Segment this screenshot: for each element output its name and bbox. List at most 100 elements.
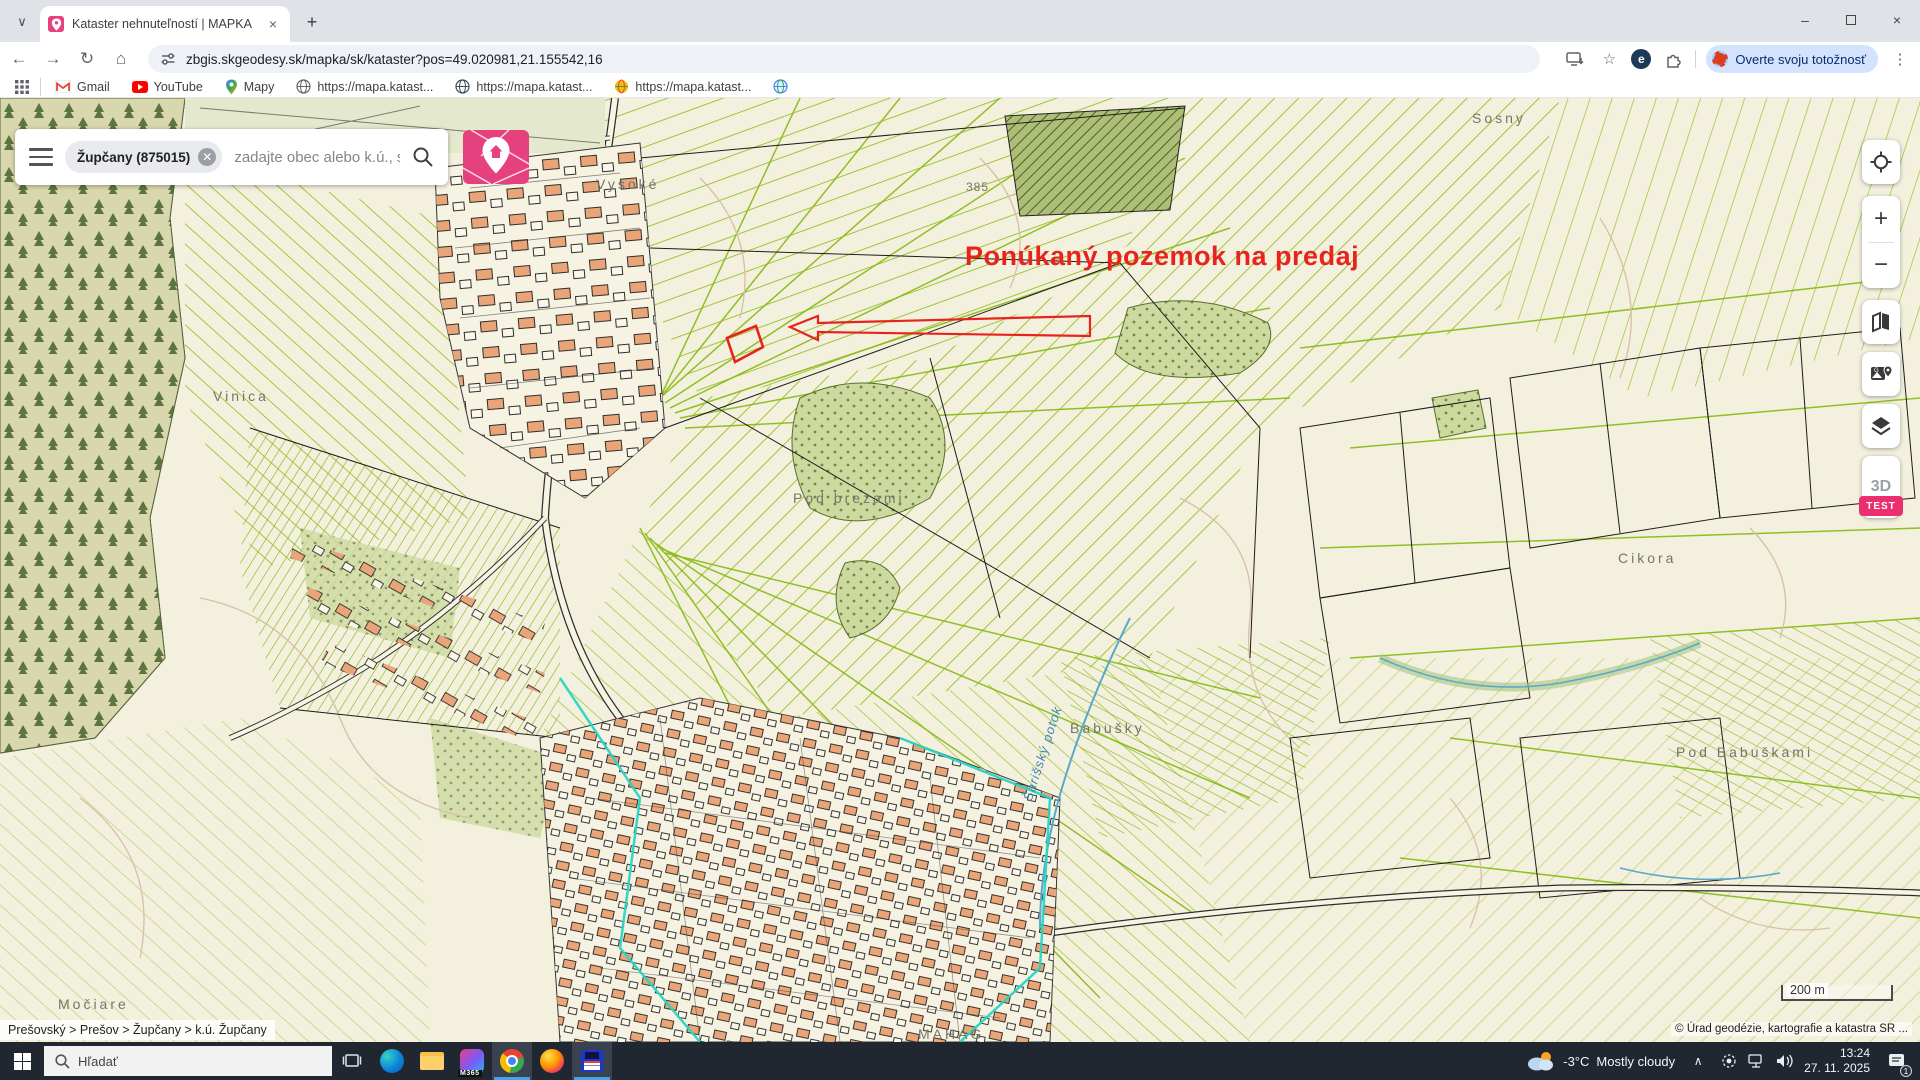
scale-label: 200 m	[1787, 983, 1828, 997]
save-app-taskbar-icon[interactable]	[572, 1042, 612, 1080]
mapka-logo[interactable]	[463, 130, 529, 189]
home-button[interactable]: ⌂	[106, 45, 136, 73]
taskbar-search-placeholder: Hľadať	[78, 1054, 118, 1069]
network-icon[interactable]	[1747, 1054, 1765, 1069]
browser-tab[interactable]: Kataster nehnuteľností | MAPKA ×	[40, 6, 290, 42]
search-icon[interactable]	[412, 146, 434, 168]
profile-verify-button[interactable]: Overte svoju totožnosť	[1706, 45, 1878, 73]
basemap-gallery-button[interactable]: G	[1862, 352, 1900, 396]
map-canvas[interactable]: Sosny Vysoké 385 Vinica Pod brezami Ciko…	[0, 98, 1920, 1042]
map-copyright: © Úrad geodézie, kartografie a katastra …	[1671, 1022, 1912, 1036]
task-view-button[interactable]	[332, 1042, 372, 1080]
forward-button[interactable]: →	[38, 45, 68, 73]
meet-now-icon[interactable]	[1721, 1053, 1737, 1069]
youtube-icon	[132, 81, 148, 93]
window-close-button[interactable]: ×	[1874, 0, 1920, 40]
map-label-babusky: Babušky	[1070, 720, 1145, 736]
extensions-puzzle-icon[interactable]	[1661, 47, 1685, 71]
tab-close-icon[interactable]: ×	[264, 15, 282, 33]
notification-count-badge: 1	[1900, 1065, 1912, 1077]
m365-copilot-taskbar-icon[interactable]: M365	[452, 1042, 492, 1080]
edge-taskbar-icon[interactable]	[372, 1042, 412, 1080]
split-book-icon	[1869, 310, 1893, 334]
window-maximize-button[interactable]	[1828, 0, 1874, 40]
install-app-icon[interactable]	[1563, 47, 1587, 71]
chip-remove-icon[interactable]: ✕	[198, 148, 216, 166]
scale-bar: 200 m	[1781, 985, 1893, 1001]
clock-time: 13:24	[1804, 1046, 1870, 1061]
tab-search-chevron-icon[interactable]: ∨	[10, 10, 34, 34]
map-label-vysoke: Vysoké	[596, 176, 659, 192]
bookmark-gmail[interactable]: Gmail	[47, 77, 118, 97]
url-text: zbgis.skgeodesy.sk/mapka/sk/kataster?pos…	[186, 52, 603, 67]
layers-icon	[1869, 414, 1893, 438]
taskbar-clock[interactable]: 13:24 27. 11. 2025	[1804, 1046, 1870, 1076]
bookmark-kataster-1[interactable]: https://mapa.katast...	[288, 77, 441, 97]
map-label-vinica: Vinica	[213, 388, 269, 404]
map-label-mahag: MAHAG	[918, 1026, 984, 1042]
firefox-taskbar-icon[interactable]	[532, 1042, 572, 1080]
bookmark-kataster-3[interactable]: https://mapa.katast...	[606, 77, 759, 97]
tray-overflow-chevron[interactable]: ∧	[1685, 1042, 1711, 1080]
task-view-icon	[342, 1053, 362, 1069]
site-settings-icon[interactable]	[160, 51, 176, 67]
taskbar-search[interactable]: Hľadať	[44, 1046, 332, 1076]
start-button[interactable]	[0, 1042, 44, 1080]
e-extension-icon[interactable]: e	[1631, 49, 1651, 69]
search-icon	[54, 1053, 70, 1069]
reload-button[interactable]: ↻	[72, 45, 102, 73]
map-search-panel: Župčany (875015) ✕	[15, 129, 448, 185]
municipality-chip[interactable]: Župčany (875015) ✕	[65, 141, 222, 173]
threed-button[interactable]: 3D TEST	[1862, 456, 1900, 518]
compare-maps-button[interactable]	[1862, 300, 1900, 344]
globe-icon	[773, 79, 788, 94]
bookmark-globe-only[interactable]	[765, 77, 796, 97]
bookmarks-bar: Gmail YouTube Mapy https://mapa.katast..…	[0, 76, 1920, 98]
zoom-out-button[interactable]: −	[1862, 243, 1900, 288]
photo-map-icon: G	[1869, 362, 1893, 386]
address-bar[interactable]: zbgis.skgeodesy.sk/mapka/sk/kataster?pos…	[148, 45, 1540, 73]
maps-pin-icon	[225, 79, 238, 95]
back-button[interactable]: ←	[4, 45, 34, 73]
map-label-cikora: Cikora	[1618, 550, 1676, 566]
globe-icon	[455, 79, 470, 94]
browser-toolbar: ← → ↻ ⌂ zbgis.skgeodesy.sk/mapka/sk/kata…	[0, 42, 1920, 76]
locate-icon	[1869, 150, 1893, 174]
svg-text:G: G	[1874, 368, 1879, 374]
zoom-control: + −	[1862, 196, 1900, 288]
notification-center-button[interactable]: 1	[1880, 1042, 1914, 1080]
weather-desc: Mostly cloudy	[1596, 1054, 1675, 1069]
zoom-in-button[interactable]: +	[1862, 197, 1900, 242]
bookmark-mapy[interactable]: Mapy	[217, 77, 283, 97]
menu-hamburger-icon[interactable]	[29, 148, 53, 166]
weather-cloud-icon	[1526, 1050, 1556, 1072]
weather-temp: -3°C	[1563, 1054, 1589, 1069]
new-tab-button[interactable]: +	[300, 10, 324, 34]
verify-label: Overte svoju totožnosť	[1735, 52, 1866, 67]
map-label-pod-babuskami: Pod Babuškami	[1676, 744, 1813, 760]
map-label-385: 385	[966, 180, 989, 194]
file-explorer-taskbar-icon[interactable]	[412, 1042, 452, 1080]
weather-widget[interactable]: -3°C Mostly cloudy	[1526, 1050, 1675, 1072]
layers-button[interactable]	[1862, 404, 1900, 448]
apps-grid-icon[interactable]	[10, 75, 34, 99]
locate-me-button[interactable]	[1862, 140, 1900, 184]
offered-parcel-text: Ponúkaný pozemok na predaj	[965, 241, 1359, 272]
breadcrumb: Prešovský > Prešov > Župčany > k.ú. Župč…	[0, 1020, 275, 1040]
map-label-mociare: Močiare	[58, 996, 129, 1012]
globe-icon	[296, 79, 311, 94]
bookmark-youtube[interactable]: YouTube	[124, 77, 211, 97]
window-minimize-button[interactable]: –	[1782, 0, 1828, 40]
windows-logo-icon	[14, 1053, 31, 1070]
browser-menu-kebab-icon[interactable]: ⋮	[1888, 47, 1912, 71]
windows-taskbar: Hľadať M365 -3°C Mostly cloudy ∧ 13:24 2…	[0, 1042, 1920, 1080]
cadastral-map-graphic	[0, 98, 1920, 1042]
bookmark-kataster-2[interactable]: https://mapa.katast...	[447, 77, 600, 97]
speaker-icon[interactable]	[1775, 1053, 1794, 1069]
chrome-taskbar-icon[interactable]	[492, 1042, 532, 1080]
tab-title: Kataster nehnuteľností | MAPKA	[72, 17, 256, 31]
bookmark-star-icon[interactable]: ☆	[1597, 47, 1621, 71]
map-search-input[interactable]	[234, 149, 400, 166]
browser-tab-strip: ∨ Kataster nehnuteľností | MAPKA × + – ×	[0, 0, 1920, 42]
mapka-favicon-pin-icon	[48, 16, 64, 32]
